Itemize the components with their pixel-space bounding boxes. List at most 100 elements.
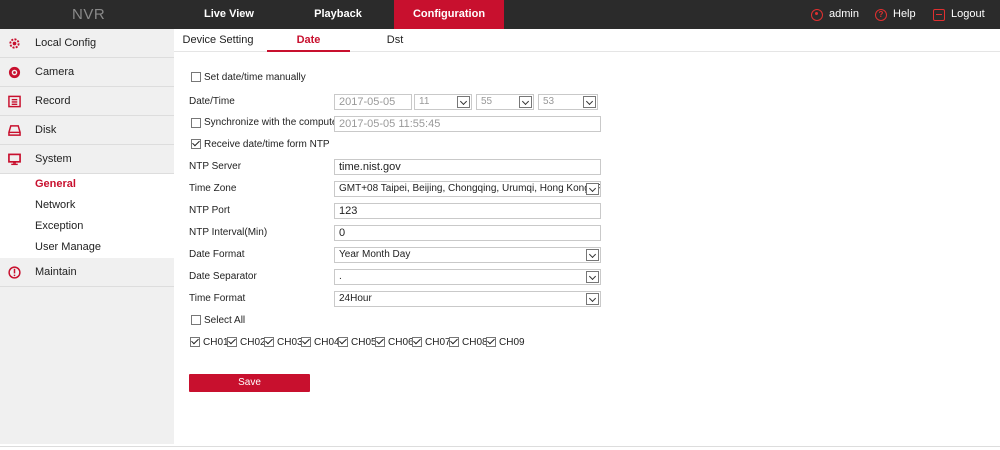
sidebar-item-label: Record [35, 95, 71, 107]
datetime-label: Date/Time [189, 96, 235, 107]
channel-label: CH01 [203, 337, 229, 348]
date-format-select[interactable]: Year Month Day [334, 247, 601, 263]
channel-checkbox[interactable] [338, 337, 348, 347]
sidebar-item-record[interactable]: Record [0, 87, 174, 116]
tab-device-setting[interactable]: Device Setting [174, 29, 262, 52]
channel-label: CH05 [351, 337, 377, 348]
sidebar-item-local-config[interactable]: Local Config [0, 29, 174, 58]
channel-label: CH02 [240, 337, 266, 348]
hour-value: 11 [419, 96, 430, 107]
date-separator-select[interactable]: . [334, 269, 601, 285]
time-zone-select[interactable]: GMT+08 Taipei, Beijing, Chongqing, Urumq… [334, 181, 601, 197]
camera-icon [8, 66, 21, 78]
gear-icon [9, 37, 20, 49]
sync-computer-checkbox[interactable] [191, 118, 201, 128]
ntp-interval-input[interactable]: 0 [334, 225, 601, 241]
logout-icon [933, 8, 945, 21]
channel-checkbox[interactable] [486, 337, 496, 347]
help-label: Help [893, 8, 916, 20]
ntp-receive-checkbox[interactable] [191, 139, 201, 149]
sidebar-item-label: Local Config [35, 37, 97, 49]
help-icon: ? [875, 8, 887, 21]
channel-label: CH04 [314, 337, 340, 348]
date-input[interactable]: 2017-05-05 [334, 94, 412, 110]
sidebar-subitem-network[interactable]: Network [0, 195, 174, 216]
date-separator-label: Date Separator [189, 271, 257, 282]
main-panel: Device Setting Date Dst Set date/time ma… [174, 29, 1000, 444]
channel-checkbox[interactable] [190, 337, 200, 347]
info-icon [8, 265, 21, 279]
logout-label: Logout [951, 8, 985, 20]
sub-tab-bar: Device Setting Date Dst [174, 29, 1000, 52]
user-menu[interactable]: admin [811, 0, 859, 29]
channel-checkbox[interactable] [264, 337, 274, 347]
monitor-icon [8, 153, 21, 165]
second-value: 53 [543, 96, 555, 107]
set-manually-checkbox[interactable] [191, 72, 201, 82]
time-zone-value: GMT+08 Taipei, Beijing, Chongqing, Urumq… [339, 183, 601, 194]
sidebar-subitem-exception[interactable]: Exception [0, 216, 174, 237]
date-format-value: Year Month Day [339, 249, 411, 260]
ntp-server-label: NTP Server [189, 161, 242, 172]
tab-date[interactable]: Date [267, 29, 350, 52]
tab-configuration[interactable]: Configuration [394, 0, 504, 29]
select-all-label: Select All [204, 315, 246, 326]
sidebar-item-label: Camera [35, 66, 75, 78]
top-bar: NVR Live View Playback Configuration adm… [0, 0, 1000, 29]
ntp-port-input[interactable]: 123 [334, 203, 601, 219]
bottom-divider [0, 446, 1000, 447]
channel-checkbox[interactable] [227, 337, 237, 347]
help-link[interactable]: ? Help [875, 0, 916, 29]
sidebar-item-camera[interactable]: Camera [0, 58, 174, 87]
hour-select[interactable]: 11 [414, 94, 472, 110]
channel-label: CH03 [277, 337, 303, 348]
sidebar-item-disk[interactable]: Disk [0, 116, 174, 145]
sidebar-item-label: Disk [35, 124, 57, 136]
chevron-down-icon [586, 249, 599, 261]
minute-select[interactable]: 55 [476, 94, 534, 110]
sidebar-item-label: Maintain [35, 266, 77, 278]
sidebar-subitem-user-manage[interactable]: User Manage [0, 237, 174, 258]
channel-label: CH09 [499, 337, 525, 348]
tab-live-view[interactable]: Live View [188, 0, 270, 29]
channel-checkbox[interactable] [412, 337, 422, 347]
second-select[interactable]: 53 [538, 94, 598, 110]
tab-dst[interactable]: Dst [354, 29, 436, 52]
ntp-server-input[interactable]: time.nist.gov [334, 159, 601, 175]
sidebar-subitem-general[interactable]: General [0, 174, 174, 195]
channel-checkbox[interactable] [301, 337, 311, 347]
nvr-logo: NVR [72, 6, 106, 23]
logout-link[interactable]: Logout [933, 0, 985, 29]
time-format-label: Time Format [189, 293, 246, 304]
date-separator-value: . [339, 271, 342, 282]
chevron-down-icon [457, 96, 470, 108]
ntp-receive-label: Receive date/time form NTP [204, 139, 330, 150]
chevron-down-icon [519, 96, 532, 108]
date-format-label: Date Format [189, 249, 245, 260]
time-format-value: 24Hour [339, 293, 372, 304]
save-button[interactable]: Save [189, 374, 310, 392]
chevron-down-icon [586, 271, 599, 283]
channel-checkbox[interactable] [449, 337, 459, 347]
channel-label: CH08 [462, 337, 488, 348]
chevron-down-icon [586, 183, 599, 195]
sidebar-item-system[interactable]: System [0, 145, 174, 174]
channel-label: CH07 [425, 337, 451, 348]
chevron-down-icon [583, 96, 596, 108]
user-label: admin [829, 8, 859, 20]
computer-time-field: 2017-05-05 11:55:45 [334, 116, 601, 132]
disk-icon [8, 124, 21, 136]
minute-value: 55 [481, 96, 493, 107]
sidebar: Local Config Camera Record Disk System G… [0, 29, 174, 444]
tab-playback[interactable]: Playback [297, 0, 379, 29]
time-format-select[interactable]: 24Hour [334, 291, 601, 307]
chevron-down-icon [586, 293, 599, 305]
channel-checkbox[interactable] [375, 337, 385, 347]
set-manually-label: Set date/time manually [204, 72, 306, 83]
select-all-checkbox[interactable] [191, 315, 201, 325]
record-icon [8, 95, 21, 107]
sidebar-item-maintain[interactable]: Maintain [0, 258, 174, 287]
sync-computer-label: Synchronize with the computer [204, 117, 341, 128]
ntp-port-label: NTP Port [189, 205, 230, 216]
time-zone-label: Time Zone [189, 183, 237, 194]
